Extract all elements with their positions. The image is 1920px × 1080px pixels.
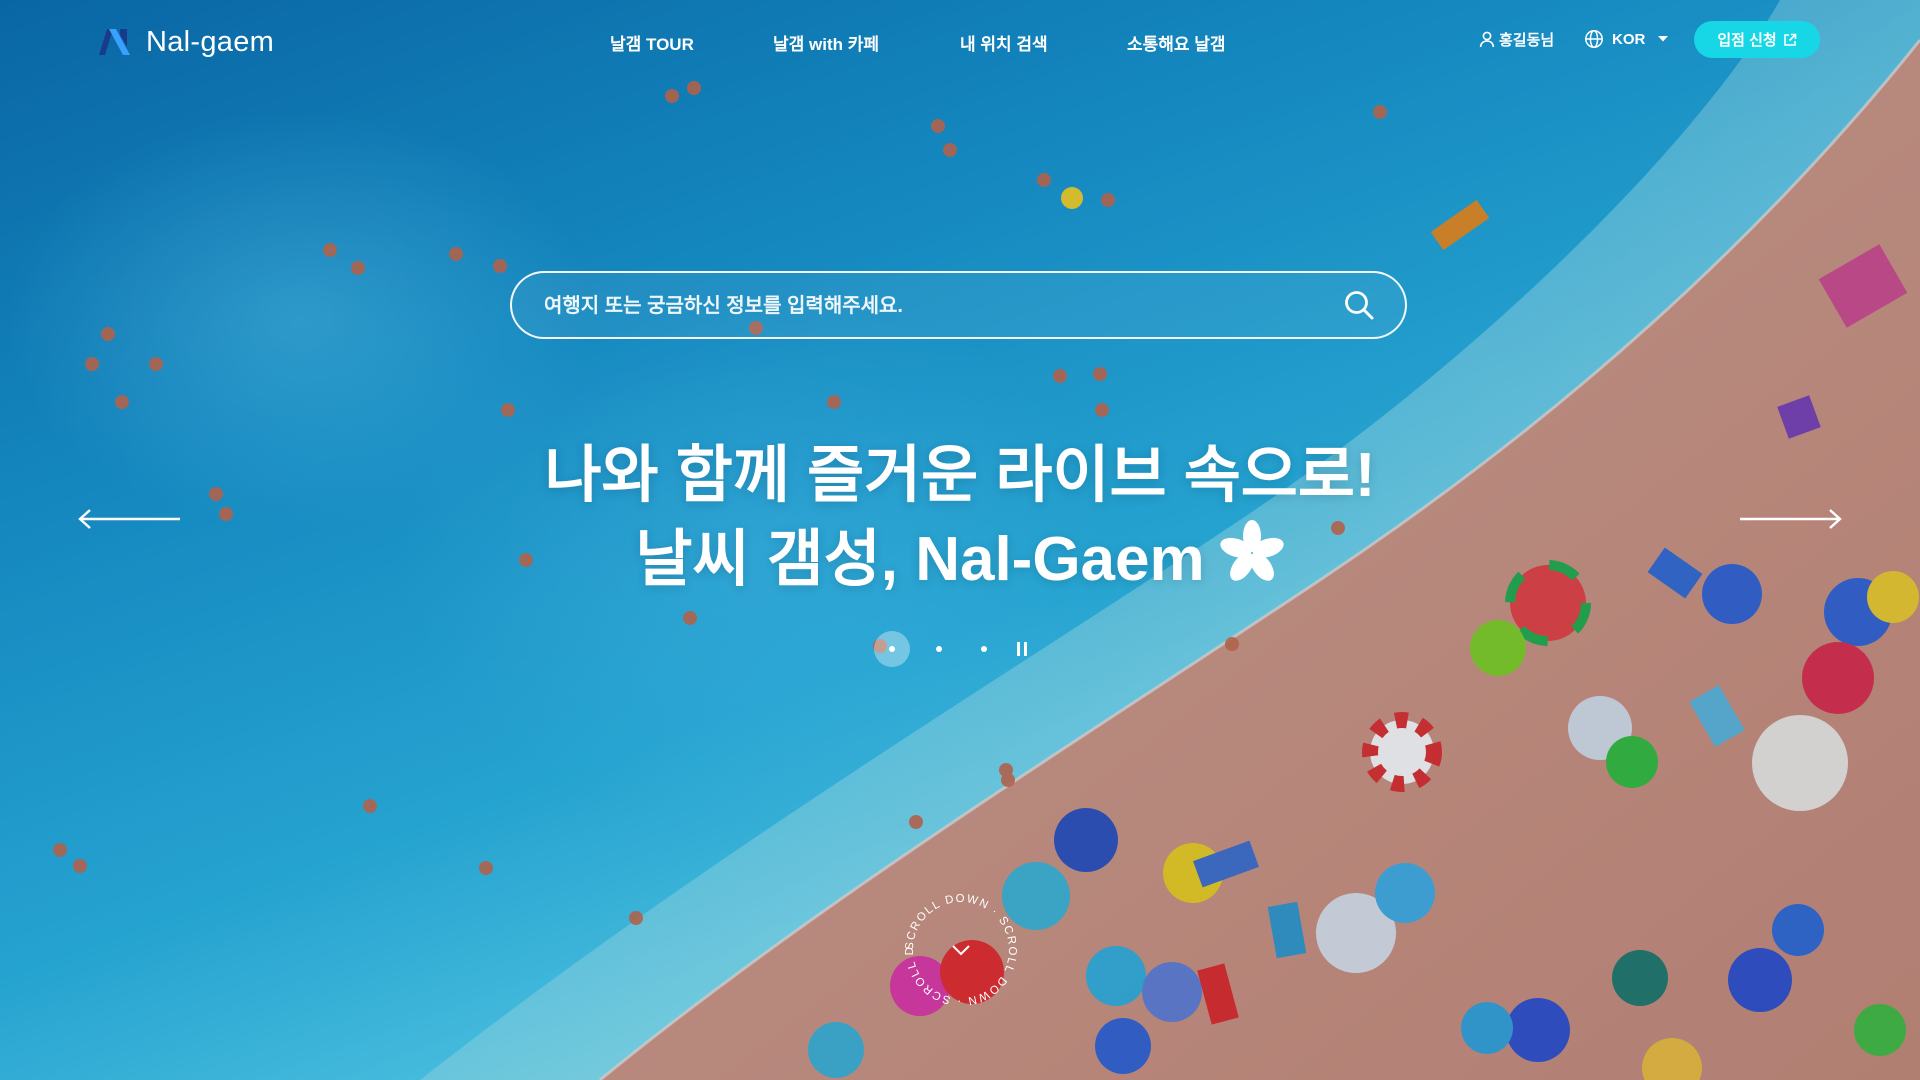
carousel-dot-2[interactable] bbox=[936, 646, 942, 652]
search-icon[interactable] bbox=[1343, 289, 1375, 321]
language-label: KOR bbox=[1612, 30, 1646, 48]
caret-down-icon bbox=[1658, 36, 1669, 42]
pause-icon[interactable] bbox=[1015, 641, 1029, 657]
scroll-down-text: SCROLL DOWN · SCROLL DOWN · SCROLL DOWN … bbox=[899, 888, 1018, 1007]
scroll-down-badge[interactable]: SCROLL DOWN · SCROLL DOWN · SCROLL DOWN … bbox=[899, 888, 1023, 1012]
search-bar bbox=[510, 271, 1407, 339]
logo-icon bbox=[99, 29, 130, 55]
user-menu[interactable]: 홍길동님 bbox=[1479, 29, 1554, 50]
apply-button[interactable]: 입점 신청 bbox=[1694, 21, 1820, 58]
external-link-icon bbox=[1783, 33, 1796, 46]
hero-subheadline: 날씨 갬성, Nal-Gaem bbox=[0, 518, 1920, 602]
carousel-dot-3[interactable] bbox=[981, 646, 987, 652]
hero-headline: 나와 함께 즐거운 라이브 속으로! bbox=[544, 441, 1376, 510]
nav-item-location-search[interactable]: 내 위치 검색 bbox=[960, 30, 1048, 55]
logo-link[interactable]: Nal-gaem bbox=[96, 22, 274, 62]
hero-subheadline-text: 날씨 갬성, Nal-Gaem bbox=[635, 525, 1205, 594]
globe-icon bbox=[1585, 30, 1603, 48]
arrow-left-icon[interactable] bbox=[78, 507, 182, 531]
user-name: 홍길동님 bbox=[1499, 32, 1555, 49]
nav-item-tour[interactable]: 날갬 TOUR bbox=[610, 30, 694, 55]
search-input[interactable] bbox=[542, 273, 1326, 339]
nav-item-community[interactable]: 소통해요 날갬 bbox=[1127, 30, 1226, 55]
arrow-right-icon[interactable] bbox=[1738, 507, 1842, 531]
apply-label: 입점 신청 bbox=[1717, 32, 1777, 49]
site-header: Nal-gaem 날갬 TOUR 날갬 with 카페 내 위치 검색 소통해요… bbox=[0, 0, 1920, 80]
nav-item-cafe[interactable]: 날갬 with 카페 bbox=[773, 30, 879, 55]
flower-icon bbox=[1220, 520, 1284, 581]
language-selector[interactable]: KOR bbox=[1584, 29, 1669, 49]
brand-name: Nal-gaem bbox=[146, 25, 275, 58]
carousel-dot-1[interactable] bbox=[874, 631, 910, 667]
user-icon bbox=[1479, 31, 1495, 48]
chevron-down-icon bbox=[952, 945, 970, 956]
